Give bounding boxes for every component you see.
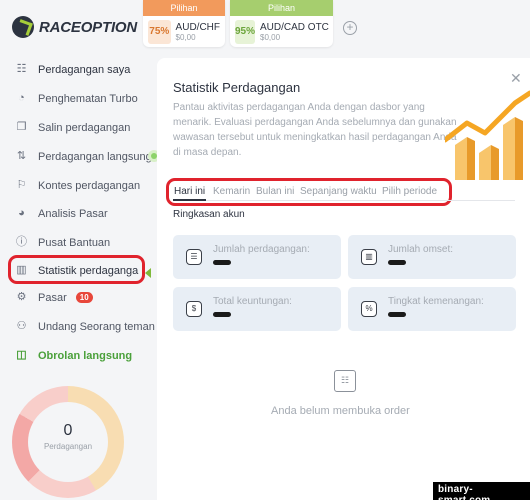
tab-divider <box>173 200 515 201</box>
bar-chart-icon: ▥ <box>16 264 27 276</box>
asset-type-label: Pilihan <box>230 0 333 16</box>
logo-icon <box>12 16 34 38</box>
card-label: Jumlah omset: <box>388 244 454 255</box>
summary-heading: Ringkasan akun <box>173 209 245 220</box>
chat-icon: ◫ <box>16 349 27 361</box>
market-count-badge: 10 <box>75 292 93 303</box>
card-label: Jumlah perdagangan: <box>213 244 310 255</box>
card-label: Total keuntungan: <box>213 296 292 307</box>
sidebar-item-trading-contest[interactable]: ⚐ Kontes perdagangan <box>14 178 141 193</box>
asset-tab-aud-chf[interactable]: Pilihan 75% AUD/CHF $0,00 <box>143 0 225 47</box>
sidebar-item-invite-friend[interactable]: ⚇ Undang Seorang teman <box>14 319 155 334</box>
piggy-bank-icon: ◔ <box>18 92 25 104</box>
gear-icon: ⚙ <box>16 291 27 303</box>
trades-donut-chart: 0 Perdagangan <box>12 386 124 498</box>
redacted-value <box>388 312 406 317</box>
active-tab-underline <box>173 199 206 201</box>
copy-icon: ❐ <box>16 121 27 133</box>
add-asset-button[interactable]: + <box>343 21 357 35</box>
sidebar-item-market[interactable]: ⚙ Pasar 10 <box>14 290 93 305</box>
card-win-rate: % Tingkat kemenangan: <box>348 287 516 331</box>
asset-value: $0,00 <box>260 33 281 42</box>
asset-name: AUD/CHF <box>175 22 220 33</box>
info-icon: ⓘ <box>16 236 27 248</box>
page-description: Pantau aktivitas perdagangan Anda dengan… <box>173 102 457 158</box>
active-indicator-icon <box>145 268 151 278</box>
tab-select-period[interactable]: Pilih periode <box>382 186 437 197</box>
redacted-value <box>213 260 231 265</box>
sidebar-item-live-trading[interactable]: ⇅ Perdagangan langsung <box>14 149 152 164</box>
sidebar-item-help-center[interactable]: ⓘ Pusat Bantuan <box>14 235 110 250</box>
redacted-value <box>388 260 406 265</box>
empty-orders-icon: ☷ <box>334 370 356 392</box>
asset-value: $0,00 <box>175 33 196 42</box>
page-title: Statistik Perdagangan <box>173 80 301 95</box>
empty-state-text: Anda belum membuka order <box>271 405 410 417</box>
tab-today[interactable]: Hari ini <box>174 186 205 197</box>
payout-percent: 75% <box>148 20 171 44</box>
percent-icon: % <box>361 301 377 317</box>
logo-text: RACEOPTION <box>39 18 138 36</box>
payout-percent: 95% <box>235 20 256 44</box>
tab-all-time[interactable]: Sepanjang waktu <box>300 186 377 197</box>
sidebar-item-live-chat[interactable]: ◫ Obrolan langsung <box>14 348 132 363</box>
tab-yesterday[interactable]: Kemarin <box>213 186 250 197</box>
card-total-profit: $ Total keuntungan: <box>173 287 341 331</box>
sidebar-item-trading-statistics[interactable]: ▥ Statistik perdaganga <box>14 263 138 278</box>
trades-label: Perdagangan <box>43 442 93 451</box>
asset-name: AUD/CAD OTC <box>260 22 329 33</box>
users-icon: ⚇ <box>16 320 27 332</box>
sidebar-item-turbo-savings[interactable]: ◔ Penghematan Turbo <box>14 91 138 106</box>
asset-type-label: Pilihan <box>143 0 225 16</box>
redacted-value <box>213 312 231 317</box>
trades-icon: ☷ <box>16 63 27 75</box>
asset-tab-aud-cad-otc[interactable]: Pilihan 95% AUD/CAD OTC $0,00 <box>230 0 333 47</box>
card-label: Tingkat kemenangan: <box>388 296 484 307</box>
sidebar-item-my-trades[interactable]: ☷ Perdagangan saya <box>14 62 131 77</box>
card-trade-count: ☰ Jumlah perdagangan: <box>173 235 341 279</box>
brand-logo[interactable]: RACEOPTION <box>12 16 137 38</box>
list-icon: ☰ <box>186 249 202 265</box>
chart-illustration-icon <box>445 90 530 180</box>
watermark: binary-smart.com <box>433 482 530 500</box>
pie-chart-icon: ◕ <box>18 207 25 219</box>
bar-chart-icon: ▥ <box>361 249 377 265</box>
sidebar-item-copy-trading[interactable]: ❐ Salin perdagangan <box>14 120 131 135</box>
trades-count: 0 <box>63 422 73 439</box>
card-turnover: ▥ Jumlah omset: <box>348 235 516 279</box>
live-arrows-icon: ⇅ <box>16 150 27 162</box>
contest-icon: ⚐ <box>16 179 27 191</box>
sidebar-item-market-analysis[interactable]: ◕ Analisis Pasar <box>14 206 108 221</box>
tab-this-month[interactable]: Bulan ini <box>256 186 294 197</box>
dollar-icon: $ <box>186 301 202 317</box>
